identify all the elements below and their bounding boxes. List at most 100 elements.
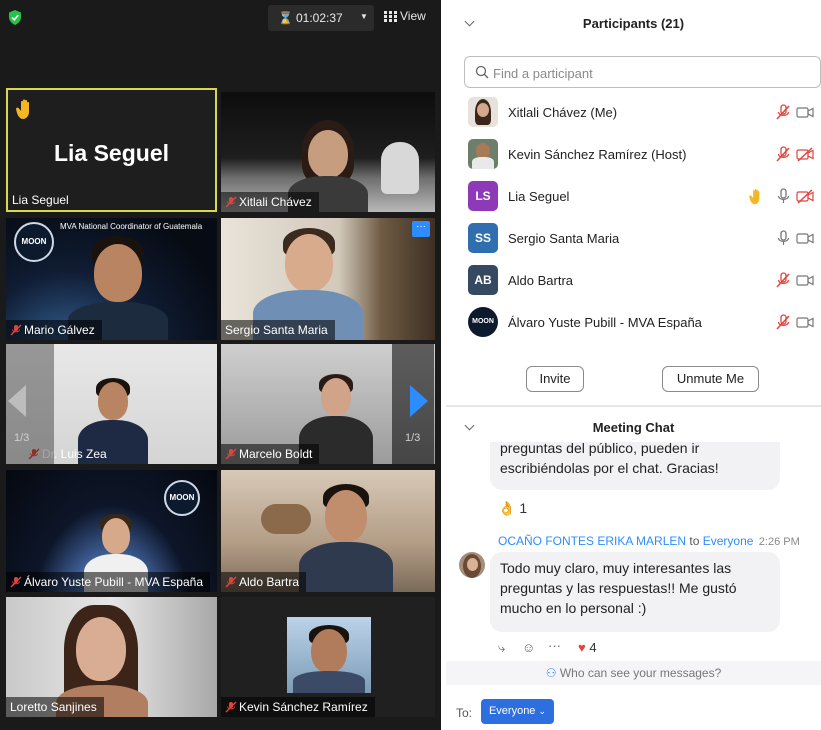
mic-muted-icon [225,448,237,460]
side-panel: Participants (21) Xitlali Chávez (Me) Ke… [446,0,821,730]
tile-name-text: Mario Gálvez [24,323,95,337]
chat-title: Meeting Chat [592,420,675,435]
ok-hand-icon: 👌 [498,500,516,516]
timer-value: 01:02:37 [296,11,343,25]
participant-search[interactable] [464,56,821,88]
participant-row[interactable]: Xitlali Chávez (Me) [446,92,821,134]
tile-name-label: Álvaro Yuste Pubill - MVA España [6,572,210,592]
participant-row[interactable]: MOON Álvaro Yuste Pubill - MVA España [446,302,821,344]
video-camera-icon[interactable] [796,230,814,247]
video-off-icon[interactable] [796,146,814,163]
mic-muted-icon [225,196,237,208]
video-tile[interactable]: Xitlali Chávez [221,92,435,212]
tile-name-label: Kevin Sánchez Ramírez [221,697,375,717]
mic-muted-icon[interactable] [774,272,792,289]
avatar-initials: SS [468,223,498,253]
heart-reaction[interactable]: ♥ 4 [578,640,597,655]
participant-row[interactable]: AB Aldo Bartra [446,260,821,302]
video-gallery: ⌛ 01:02:37 ▼ View Lia Seguel Lia Seguel … [0,0,441,730]
more-options-icon[interactable]: ··· [412,221,430,237]
meeting-top-bar: ⌛ 01:02:37 ▼ View [0,0,441,36]
moon-logo: MOON [164,480,200,516]
message-time: 2:26 PM [758,536,800,548]
chat-message-line: preguntas y las respuestas!! Me gustó [500,580,737,596]
reaction-ok[interactable]: 👌 1 [498,500,527,517]
video-tile[interactable]: MOON Álvaro Yuste Pubill - MVA España [6,470,217,592]
shield-icon[interactable] [8,10,22,25]
to-label: To: [456,706,473,720]
tile-name-text: Álvaro Yuste Pubill - MVA España [24,575,203,589]
participant-row[interactable]: Kevin Sánchez Ramírez (Host) [446,134,821,176]
recipient-select[interactable]: Everyone ⌄ [481,699,554,724]
arrow-left-icon[interactable] [8,385,26,417]
video-tile[interactable]: Kevin Sánchez Ramírez [221,597,435,717]
participants-title: Participants (21) [582,16,685,31]
tile-name-label: Aldo Bartra [221,572,307,592]
moon-logo: MOON [14,222,54,262]
video-tile[interactable]: Aldo Bartra [221,470,435,592]
invite-button[interactable]: Invite [526,366,584,392]
grid-icon [384,11,397,23]
avatar [468,97,498,127]
video-tile[interactable]: Lia Seguel Lia Seguel [6,88,217,212]
mic-muted-icon [10,576,22,588]
participant-name: Sergio Santa Maria [508,231,620,246]
participant-name: Álvaro Yuste Pubill - MVA España [508,315,702,330]
section-divider [446,405,821,407]
participant-row[interactable]: SS Sergio Santa Maria [446,218,821,260]
participant-name-large: Lia Seguel [53,140,170,166]
tile-name-label: Lia Seguel [8,190,76,210]
mic-muted-icon [10,324,22,336]
participant-row[interactable]: LS Lia Seguel [446,176,821,218]
mic-icon[interactable] [774,188,792,205]
recipient-select-label: Everyone [488,705,536,717]
coordinator-banner: MVA National Coordinator of Guatemala [60,222,203,231]
tile-name-text: Aldo Bartra [239,575,300,589]
heart-count: 4 [589,640,597,655]
video-camera-icon[interactable] [796,104,814,121]
add-reaction-icon[interactable]: ☺ [522,640,535,655]
mic-muted-icon[interactable] [774,146,792,163]
mic-muted-icon[interactable] [774,104,792,121]
tile-name-text: Marcelo Boldt [239,447,313,461]
tile-name-label: Loretto Sanjines [6,697,104,717]
participant-name: Lia Seguel [508,189,570,204]
tile-name-text: Kevin Sánchez Ramírez [239,700,368,714]
reaction-count: 1 [519,500,528,516]
video-off-icon[interactable] [796,188,814,205]
mic-muted-icon[interactable] [774,314,792,331]
mic-icon[interactable] [774,230,792,247]
heart-icon: ♥ [578,640,586,655]
tile-name-text: Xitlali Chávez [239,195,312,209]
search-input[interactable] [493,63,793,83]
recipient-name[interactable]: Everyone [703,534,754,548]
mic-muted-icon [225,701,237,713]
more-icon[interactable]: ··· [548,638,561,653]
tile-name-label: Mario Gálvez [6,320,102,340]
tile-name-label: Sergio Santa Maria [221,320,335,340]
raised-hand-icon [749,189,760,205]
recording-timer[interactable]: ⌛ 01:02:37 ▼ [268,5,374,31]
caret-down-icon: ▼ [360,12,368,21]
video-tile[interactable]: Loretto Sanjines [6,597,217,717]
video-tile[interactable]: ··· Sergio Santa Maria [221,218,435,340]
chat-message-line: preguntas del público, pueden ir [500,442,700,456]
search-icon [475,65,489,79]
video-tile[interactable]: MOON MVA National Coordinator of Guatema… [6,218,217,340]
sender-name[interactable]: OCAÑO FONTES ERIKA MARLEN [498,534,686,548]
unmute-me-button[interactable]: Unmute Me [662,366,759,392]
video-camera-icon[interactable] [796,314,814,331]
tile-name-text: Lia Seguel [12,193,69,207]
avatar-initials: LS [468,181,498,211]
tile-name-label: Xitlali Chávez [221,192,319,212]
who-can-see-link[interactable]: ⚇ Who can see your messages? [446,661,821,685]
arrow-right-icon[interactable] [410,385,428,417]
chevron-down-icon: ⌄ [538,706,547,716]
view-button[interactable]: View [384,6,426,26]
chat-sender-line: OCAÑO FONTES ERIKA MARLEN to Everyone 2:… [498,534,800,548]
chat-message-line: mucho en lo personal :) [500,600,647,616]
mic-muted-icon [225,576,237,588]
avatar: MOON [468,307,498,337]
video-camera-icon[interactable] [796,272,814,289]
reply-icon[interactable]: ⤷ [498,640,505,656]
